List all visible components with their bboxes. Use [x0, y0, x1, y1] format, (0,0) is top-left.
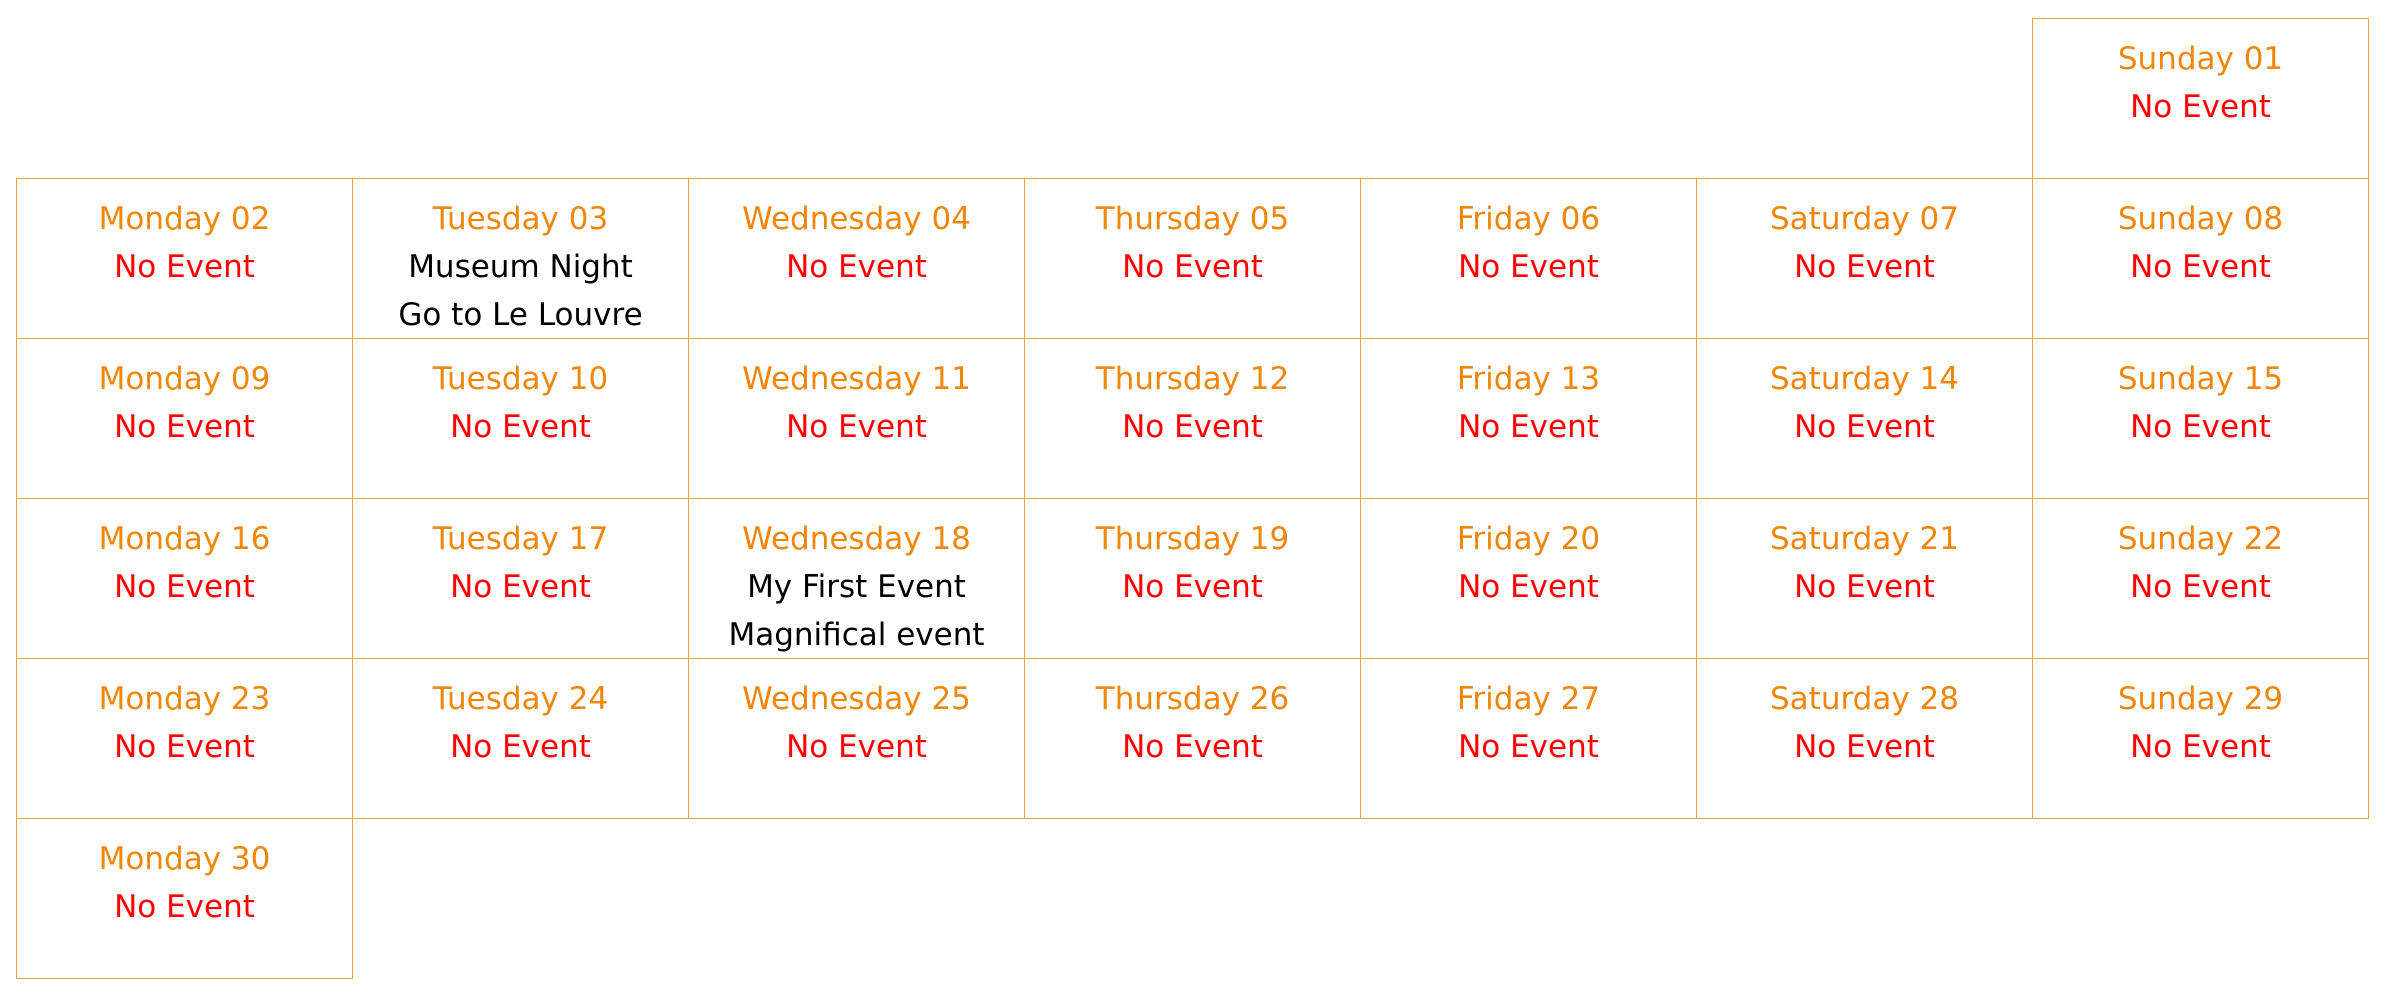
day-title: Sunday 29: [2117, 681, 2284, 717]
day-cell[interactable]: Tuesday 24 No Event: [352, 658, 689, 819]
day-title: Sunday 08: [2117, 201, 2284, 237]
day-title: Thursday 19: [1095, 521, 1290, 557]
day-cell[interactable]: Monday 09 No Event: [16, 338, 353, 499]
day-cell[interactable]: Wednesday 18 My First Event Magnifical eve…: [688, 498, 1025, 659]
no-event-label: No Event: [786, 729, 927, 765]
no-event-label: No Event: [1122, 729, 1263, 765]
day-cell[interactable]: Monday 16 No Event: [16, 498, 353, 659]
day-cell[interactable]: Thursday 19 No Event: [1024, 498, 1361, 659]
day-cell[interactable]: Sunday 29 No Event: [2032, 658, 2369, 819]
day-title: Wednesday 18: [742, 521, 971, 557]
day-title: Saturday 14: [1770, 361, 1959, 397]
day-title: Friday 27: [1456, 681, 1601, 717]
no-event-label: No Event: [1794, 729, 1935, 765]
day-title: Sunday 22: [2117, 521, 2284, 557]
month-calendar: Sunday 01 No Event Monday 02 No Event Tuesda…: [16, 18, 2369, 994]
day-title: Monday 23: [98, 681, 271, 717]
no-event-label: No Event: [1122, 409, 1263, 445]
day-title: Thursday 26: [1095, 681, 1290, 717]
event-item[interactable]: Museum Night: [353, 243, 688, 291]
day-cell[interactable]: Friday 06 No Event: [1360, 178, 1697, 339]
no-event-label: No Event: [114, 249, 255, 285]
day-title: Sunday 01: [2117, 41, 2284, 77]
day-title: Monday 16: [98, 521, 271, 557]
day-title: Tuesday 17: [432, 521, 609, 557]
day-title: Friday 06: [1456, 201, 1601, 237]
day-cell[interactable]: Saturday 28 No Event: [1696, 658, 2033, 819]
day-cell[interactable]: Thursday 26 No Event: [1024, 658, 1361, 819]
day-cell[interactable]: Tuesday 17 No Event: [352, 498, 689, 659]
day-cell[interactable]: Wednesday 04 No Event: [688, 178, 1025, 339]
day-cell[interactable]: Monday 23 No Event: [16, 658, 353, 819]
day-cell[interactable]: Thursday 05 No Event: [1024, 178, 1361, 339]
no-event-label: No Event: [450, 409, 591, 445]
day-cell[interactable]: Friday 13 No Event: [1360, 338, 1697, 499]
day-title: Saturday 07: [1770, 201, 1959, 237]
day-cell[interactable]: Sunday 08 No Event: [2032, 178, 2369, 339]
day-title: Tuesday 24: [432, 681, 609, 717]
no-event-label: No Event: [1458, 729, 1599, 765]
no-event-label: No Event: [450, 569, 591, 605]
no-event-label: No Event: [450, 729, 591, 765]
no-event-label: No Event: [1458, 249, 1599, 285]
day-cell[interactable]: Saturday 07 No Event: [1696, 178, 2033, 339]
day-cell[interactable]: Sunday 01 No Event: [2032, 18, 2369, 179]
no-event-label: No Event: [786, 409, 927, 445]
no-event-label: No Event: [1458, 569, 1599, 605]
no-event-label: No Event: [114, 729, 255, 765]
day-title: Monday 02: [98, 201, 271, 237]
no-event-label: No Event: [1122, 569, 1263, 605]
day-cell[interactable]: Tuesday 10 No Event: [352, 338, 689, 499]
event-item[interactable]: Magnifical event: [689, 611, 1024, 659]
day-title: Tuesday 03: [432, 201, 609, 237]
day-title: Monday 09: [98, 361, 271, 397]
day-cell[interactable]: Saturday 14 No Event: [1696, 338, 2033, 499]
no-event-label: No Event: [1794, 409, 1935, 445]
day-cell[interactable]: Wednesday 25 No Event: [688, 658, 1025, 819]
no-event-label: No Event: [786, 249, 927, 285]
no-event-label: No Event: [114, 409, 255, 445]
day-title: Sunday 15: [2117, 361, 2284, 397]
day-title: Saturday 28: [1770, 681, 1959, 717]
day-cell[interactable]: Sunday 15 No Event: [2032, 338, 2369, 499]
day-cell[interactable]: Monday 30 No Event: [16, 818, 353, 979]
no-event-label: No Event: [2130, 569, 2271, 605]
no-event-label: No Event: [114, 889, 255, 925]
day-cell[interactable]: Wednesday 11 No Event: [688, 338, 1025, 499]
day-title: Wednesday 25: [742, 681, 971, 717]
no-event-label: No Event: [114, 569, 255, 605]
day-title: Saturday 21: [1770, 521, 1959, 557]
day-cell[interactable]: Tuesday 03 Museum Night Go to Le Louvre: [352, 178, 689, 339]
event-item[interactable]: Go to Le Louvre: [353, 291, 688, 339]
day-cell[interactable]: Friday 27 No Event: [1360, 658, 1697, 819]
day-title: Friday 13: [1456, 361, 1601, 397]
day-cell[interactable]: Thursday 12 No Event: [1024, 338, 1361, 499]
day-title: Monday 30: [98, 841, 271, 877]
no-event-label: No Event: [1794, 249, 1935, 285]
day-cell[interactable]: Friday 20 No Event: [1360, 498, 1697, 659]
day-title: Wednesday 11: [742, 361, 971, 397]
no-event-label: No Event: [2130, 89, 2271, 125]
no-event-label: No Event: [1122, 249, 1263, 285]
day-cell[interactable]: Sunday 22 No Event: [2032, 498, 2369, 659]
day-cell[interactable]: Saturday 21 No Event: [1696, 498, 2033, 659]
day-title: Friday 20: [1456, 521, 1601, 557]
day-title: Wednesday 04: [742, 201, 971, 237]
event-item[interactable]: My First Event: [689, 563, 1024, 611]
day-cell[interactable]: Monday 02 No Event: [16, 178, 353, 339]
no-event-label: No Event: [1794, 569, 1935, 605]
day-title: Tuesday 10: [432, 361, 609, 397]
no-event-label: No Event: [2130, 409, 2271, 445]
no-event-label: No Event: [2130, 729, 2271, 765]
day-title: Thursday 05: [1095, 201, 1290, 237]
no-event-label: No Event: [1458, 409, 1599, 445]
no-event-label: No Event: [2130, 249, 2271, 285]
day-title: Thursday 12: [1095, 361, 1290, 397]
